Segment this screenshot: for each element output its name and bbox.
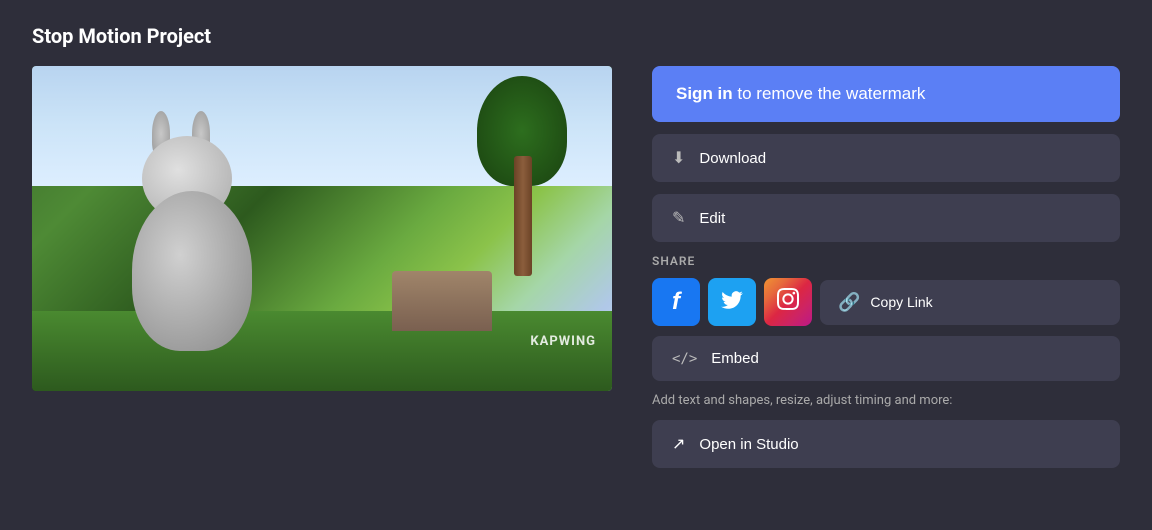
download-label: Download <box>699 150 766 167</box>
right-panel: Sign in to remove the watermark ⬇ Downlo… <box>652 66 1120 506</box>
tree-trunk <box>514 156 532 276</box>
external-link-icon: ↗ <box>672 434 685 454</box>
sign-in-regular-text: to remove the watermark <box>733 84 926 103</box>
instagram-button[interactable] <box>764 278 812 326</box>
page-title: Stop Motion Project <box>32 24 1120 48</box>
video-thumbnail: KAPWING <box>32 66 612 391</box>
twitter-icon <box>721 289 743 315</box>
edit-icon: ✎ <box>672 208 685 228</box>
share-row: f <box>652 278 1120 326</box>
share-label: SHARE <box>652 254 1120 268</box>
embed-icon: </> <box>672 351 697 367</box>
character <box>112 131 312 351</box>
tree <box>472 76 572 276</box>
video-player[interactable]: KAPWING ⏸ 0:02 / 0:07 🔊 ⛶ ⋮ <box>32 66 612 391</box>
download-icon: ⬇ <box>672 148 685 168</box>
facebook-button[interactable]: f <box>652 278 700 326</box>
kapwing-watermark: KAPWING <box>530 334 596 349</box>
copy-link-button[interactable]: 🔗 Copy Link <box>820 280 1120 325</box>
download-button[interactable]: ⬇ Download <box>652 134 1120 182</box>
stone-structure <box>392 271 492 331</box>
twitter-button[interactable] <box>708 278 756 326</box>
edit-label: Edit <box>699 210 725 227</box>
open-in-studio-button[interactable]: ↗ Open in Studio <box>652 420 1120 468</box>
edit-button[interactable]: ✎ Edit <box>652 194 1120 242</box>
character-body <box>132 191 252 351</box>
main-content: KAPWING ⏸ 0:02 / 0:07 🔊 ⛶ ⋮ <box>32 66 1120 506</box>
page-container: Stop Motion Project <box>0 0 1152 530</box>
video-section: KAPWING ⏸ 0:02 / 0:07 🔊 ⛶ ⋮ <box>32 66 612 506</box>
embed-button[interactable]: </> Embed <box>652 336 1120 381</box>
sign-in-bold-text: Sign in <box>676 84 733 103</box>
sign-in-button[interactable]: Sign in to remove the watermark <box>652 66 1120 122</box>
add-text-info: Add text and shapes, resize, adjust timi… <box>652 393 1120 408</box>
link-icon: 🔗 <box>838 292 860 313</box>
embed-label: Embed <box>711 350 759 367</box>
instagram-icon <box>777 288 799 316</box>
facebook-icon: f <box>672 288 680 316</box>
open-studio-label: Open in Studio <box>699 436 798 453</box>
copy-link-label: Copy Link <box>870 294 932 310</box>
share-section: SHARE f <box>652 254 1120 381</box>
